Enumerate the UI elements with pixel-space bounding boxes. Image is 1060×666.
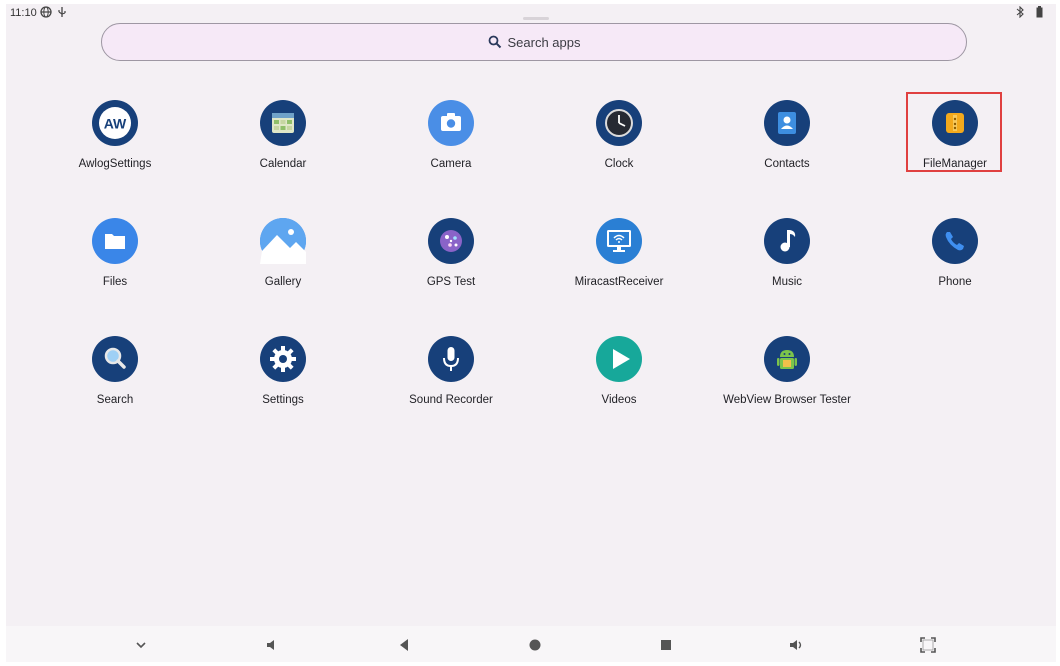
contacts-icon (764, 100, 810, 146)
search-app-icon (92, 336, 138, 382)
files-icon (92, 218, 138, 264)
usb-icon (57, 6, 67, 21)
app-label: Files (102, 276, 128, 288)
app-camera[interactable]: Camera (376, 100, 526, 186)
battery-icon (1036, 6, 1043, 21)
calendar-icon (260, 100, 306, 146)
android-icon (764, 336, 810, 382)
app-label: Settings (262, 394, 304, 406)
app-contacts[interactable]: Contacts (712, 100, 862, 186)
app-settings[interactable]: Settings (208, 336, 358, 422)
microphone-icon (428, 336, 474, 382)
app-music[interactable]: Music (712, 218, 862, 304)
volume-up-icon (790, 640, 802, 650)
recents-square-icon (661, 640, 671, 650)
navigation-bar (6, 626, 1056, 662)
svg-text:AW: AW (104, 116, 127, 132)
back-triangle-icon (400, 639, 408, 651)
back-button[interactable] (391, 632, 417, 658)
app-sound-recorder[interactable]: Sound Recorder (376, 336, 526, 422)
recents-button[interactable] (653, 632, 679, 658)
screenshot-frame-icon (920, 637, 936, 653)
app-label: Calendar (259, 158, 307, 170)
app-search[interactable]: Search (40, 336, 190, 422)
chevron-down-icon (136, 642, 146, 649)
volume-down-icon (267, 640, 274, 650)
app-awlogsettings[interactable]: AW AwlogSettings (40, 100, 190, 186)
search-apps-bar[interactable]: Search apps (101, 23, 967, 61)
app-webview-browser-tester[interactable]: WebView Browser Tester (712, 336, 862, 422)
app-label: Camera (430, 158, 472, 170)
music-icon (764, 218, 810, 264)
app-label: Search (96, 394, 134, 406)
app-calendar[interactable]: Calendar (208, 100, 358, 186)
collapse-chevron-button[interactable] (128, 632, 154, 658)
app-label: Gallery (264, 276, 302, 288)
app-label: Sound Recorder (409, 394, 493, 406)
phone-icon (932, 218, 978, 264)
app-videos[interactable]: Videos (544, 336, 694, 422)
app-gps-test[interactable]: GPS Test (376, 218, 526, 304)
gallery-icon (260, 218, 306, 264)
app-label: Videos (601, 394, 637, 406)
videos-play-icon (596, 336, 642, 382)
bluetooth-icon (1016, 5, 1024, 21)
app-phone[interactable]: Phone (880, 218, 1030, 304)
volume-up-button[interactable] (784, 632, 810, 658)
miracastreceiver-icon (596, 218, 642, 264)
app-label: WebView Browser Tester (723, 394, 851, 406)
app-label: Contacts (764, 158, 810, 170)
status-time: 11:10 (10, 7, 37, 19)
camera-icon (428, 100, 474, 146)
search-icon (488, 35, 501, 49)
app-gallery[interactable]: Gallery (208, 218, 358, 304)
app-label: GPS Test (426, 276, 476, 288)
settings-gear-icon (260, 336, 306, 382)
app-label: MiracastReceiver (574, 276, 664, 288)
app-label: Clock (604, 158, 634, 170)
home-button[interactable] (522, 632, 548, 658)
clock-icon (596, 100, 642, 146)
app-files[interactable]: Files (40, 218, 190, 304)
selection-highlight-box (906, 92, 1002, 172)
drawer-drag-handle[interactable] (523, 17, 549, 20)
app-clock[interactable]: Clock (544, 100, 694, 186)
app-drawer-screen: 11:10 Search apps AW AwlogSettings Calen… (6, 4, 1056, 662)
volume-down-button[interactable] (259, 632, 285, 658)
vpn-globe-icon (40, 6, 52, 21)
search-placeholder: Search apps (507, 34, 581, 50)
gps-test-icon (428, 218, 474, 264)
app-label: Music (771, 276, 803, 288)
app-label: Phone (938, 276, 972, 288)
home-circle-icon (529, 639, 541, 651)
app-miracastreceiver[interactable]: MiracastReceiver (544, 218, 694, 304)
awlogsettings-icon: AW (92, 100, 138, 146)
app-label: AwlogSettings (78, 158, 152, 170)
screenshot-button[interactable] (915, 632, 941, 658)
